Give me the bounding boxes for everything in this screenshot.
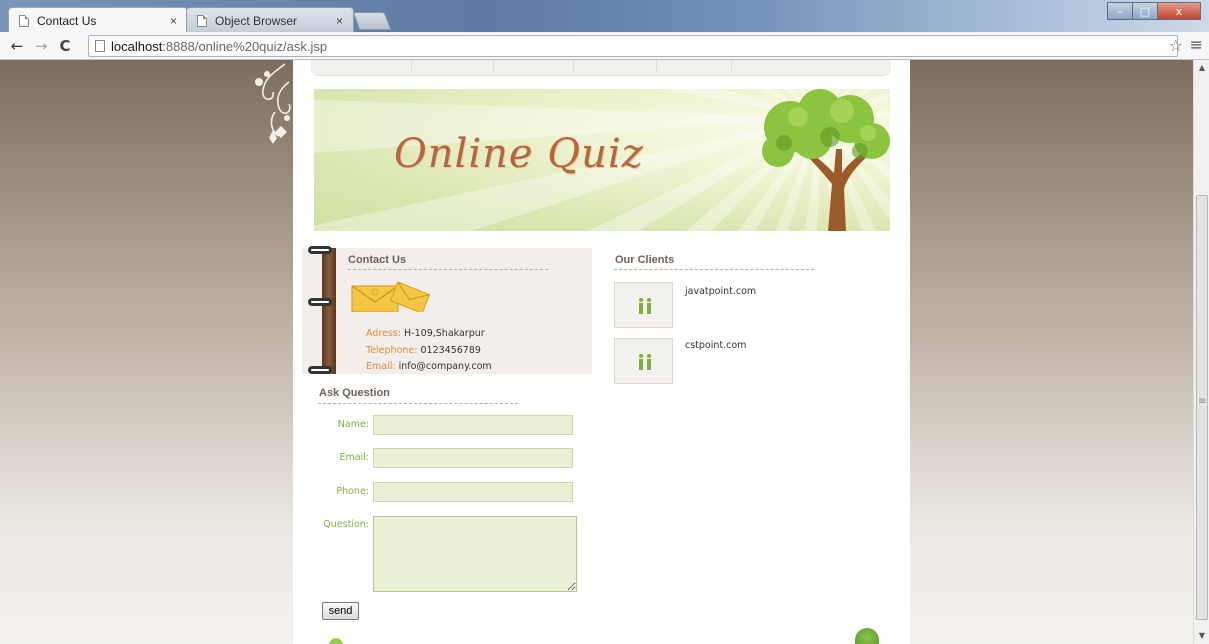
scroll-down-arrow-icon[interactable]: ▼ bbox=[1194, 628, 1209, 644]
tab-contact-us[interactable]: Contact Us × bbox=[8, 7, 188, 33]
notebook-binding bbox=[322, 248, 336, 374]
page-icon bbox=[197, 14, 207, 27]
people-icon bbox=[639, 354, 651, 370]
telephone-value: 0123456789 bbox=[420, 345, 481, 356]
browser-tab-strip: Contact Us × Object Browser × – □ x bbox=[0, 0, 1209, 33]
title-underline bbox=[348, 269, 548, 270]
address-bar[interactable]: localhost:8888/online%20quiz/ask.jsp bbox=[88, 35, 1178, 57]
contact-telephone: Telephone: 0123456789 bbox=[366, 345, 481, 356]
binding-ring-icon bbox=[308, 246, 332, 254]
vertical-scrollbar[interactable]: ▲ ▼ bbox=[1193, 60, 1209, 644]
send-button[interactable]: send bbox=[322, 602, 359, 620]
email-label: Email: bbox=[366, 361, 396, 372]
tab-label: Contact Us bbox=[37, 13, 97, 28]
people-icon bbox=[639, 298, 651, 314]
footer-tree-icon bbox=[855, 628, 879, 644]
name-input[interactable] bbox=[373, 415, 573, 435]
page-icon bbox=[19, 14, 29, 27]
new-tab-button[interactable] bbox=[352, 12, 392, 30]
tab-close-icon[interactable]: × bbox=[170, 14, 177, 28]
page-viewport: Online Quiz Contact Us Adress: H-109,Sha… bbox=[0, 60, 1193, 644]
url-path: :8888/online%20quiz/ask.jsp bbox=[162, 38, 328, 54]
phone-input[interactable] bbox=[373, 482, 573, 502]
bookmark-star-icon[interactable]: ☆ bbox=[1169, 36, 1183, 55]
page-content: Online Quiz Contact Us Adress: H-109,Sha… bbox=[293, 60, 910, 644]
question-textarea[interactable] bbox=[373, 516, 577, 592]
tab-label: Object Browser bbox=[215, 13, 298, 28]
forward-button[interactable]: → bbox=[30, 37, 52, 55]
contact-address: Adress: H-109,Shakarpur bbox=[366, 328, 485, 339]
clients-title: Our Clients bbox=[615, 254, 675, 266]
ask-question-title: Ask Question bbox=[319, 387, 390, 399]
tab-object-browser[interactable]: Object Browser × bbox=[186, 7, 354, 33]
title-underline bbox=[318, 403, 518, 404]
back-button[interactable]: ← bbox=[6, 37, 28, 55]
binding-ring-icon bbox=[308, 298, 332, 306]
contact-email: Email: info@company.com bbox=[366, 361, 492, 372]
floral-ornament-icon bbox=[255, 63, 291, 144]
menu-icon[interactable]: ≡ bbox=[1190, 35, 1203, 54]
binding-ring-icon bbox=[308, 366, 332, 374]
client-thumbnail bbox=[614, 282, 673, 328]
email-field-label: Email: bbox=[339, 452, 369, 463]
reload-button[interactable]: C bbox=[54, 37, 76, 55]
tab-close-icon[interactable]: × bbox=[336, 14, 343, 28]
scroll-up-arrow-icon[interactable]: ▲ bbox=[1194, 60, 1209, 76]
scroll-thumb[interactable] bbox=[1196, 195, 1208, 620]
contact-title: Contact Us bbox=[348, 254, 407, 266]
name-label: Name: bbox=[337, 419, 369, 430]
banner: Online Quiz bbox=[314, 89, 890, 231]
url-host: localhost bbox=[111, 38, 163, 54]
email-input[interactable] bbox=[373, 448, 573, 468]
contact-box: Contact Us Adress: H-109,Shakarpur Telep… bbox=[302, 246, 592, 374]
minimize-button[interactable]: – bbox=[1107, 2, 1133, 20]
question-label: Question: bbox=[323, 519, 369, 530]
tree-icon bbox=[762, 89, 890, 231]
address-label: Adress: bbox=[366, 328, 402, 339]
client-name: javatpoint.com bbox=[685, 286, 757, 297]
page-icon bbox=[95, 40, 105, 52]
telephone-label: Telephone: bbox=[366, 345, 418, 356]
window-controls: – □ x bbox=[1107, 2, 1201, 20]
maximize-button[interactable]: □ bbox=[1132, 2, 1158, 20]
browser-toolbar: ← → C localhost:8888/online%20quiz/ask.j… bbox=[0, 32, 1209, 60]
top-nav-strip bbox=[311, 60, 891, 76]
phone-label: Phone: bbox=[336, 486, 369, 497]
footer-leaf-icon bbox=[329, 638, 343, 644]
close-window-button[interactable]: x bbox=[1157, 2, 1201, 20]
title-underline bbox=[614, 269, 814, 270]
envelope-icon bbox=[351, 281, 431, 312]
address-value: H-109,Shakarpur bbox=[404, 328, 485, 339]
banner-title: Online Quiz bbox=[394, 131, 644, 177]
client-thumbnail bbox=[614, 338, 673, 384]
email-value: info@company.com bbox=[398, 361, 492, 372]
client-name: cstpoint.com bbox=[685, 340, 747, 351]
